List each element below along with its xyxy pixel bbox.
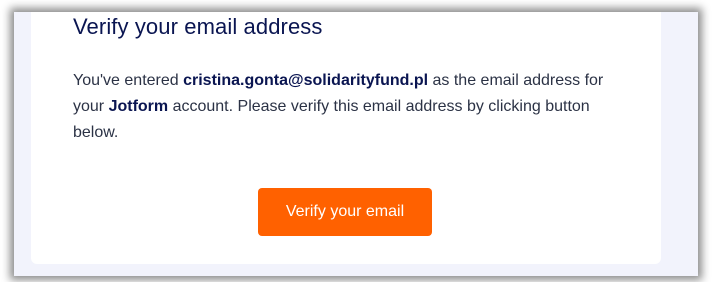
email-viewport: Verify your email address You've entered… — [14, 12, 698, 276]
verification-message: You've entered cristina.gonta@solidarity… — [73, 68, 633, 146]
message-intro: You've entered — [73, 72, 184, 89]
brand-name: Jotform — [108, 98, 169, 115]
page-title: Verify your email address — [73, 14, 323, 39]
user-email: cristina.gonta@solidarityfund.pl — [183, 72, 429, 89]
verification-card: Verify your email address You've entered… — [31, 12, 661, 264]
verify-email-button[interactable]: Verify your email — [258, 188, 432, 236]
